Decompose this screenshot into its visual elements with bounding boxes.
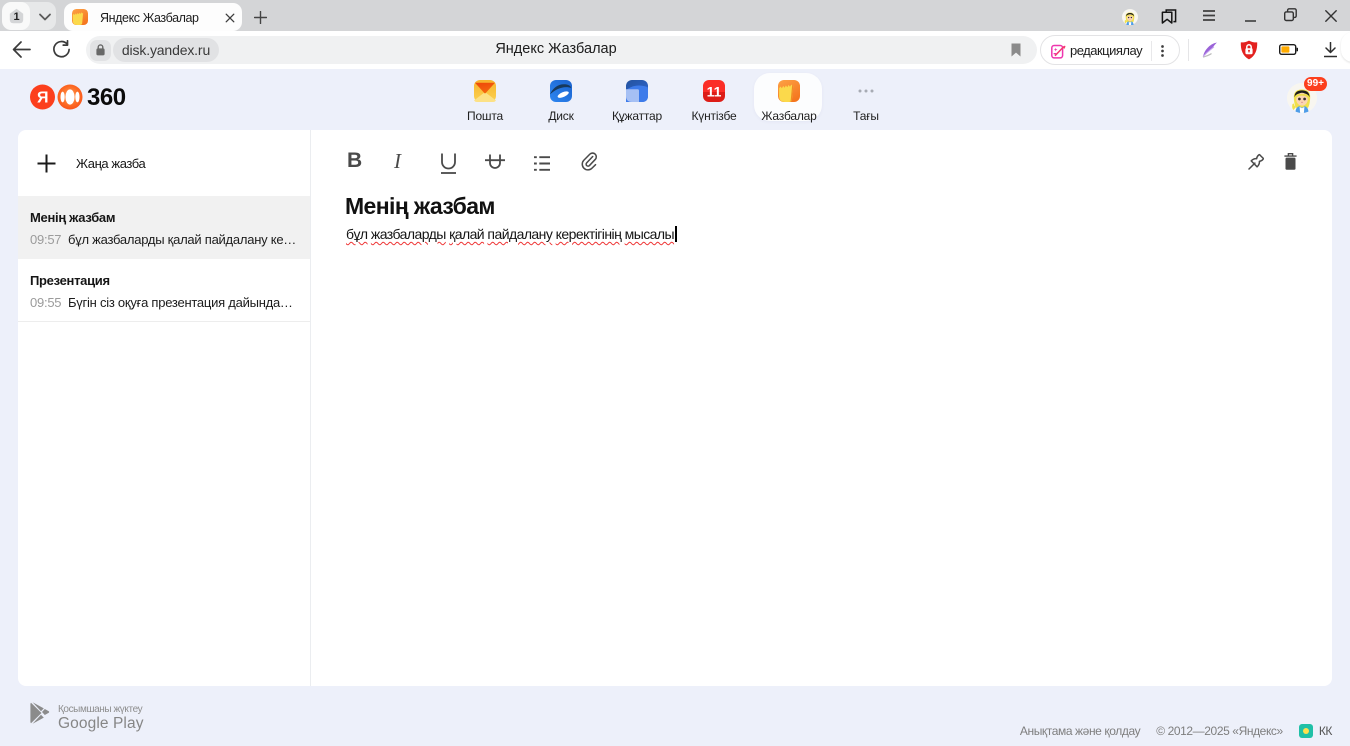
svg-text:Я: Я	[37, 90, 49, 107]
svg-text:1: 1	[13, 11, 19, 23]
svg-text:11: 11	[707, 83, 722, 99]
